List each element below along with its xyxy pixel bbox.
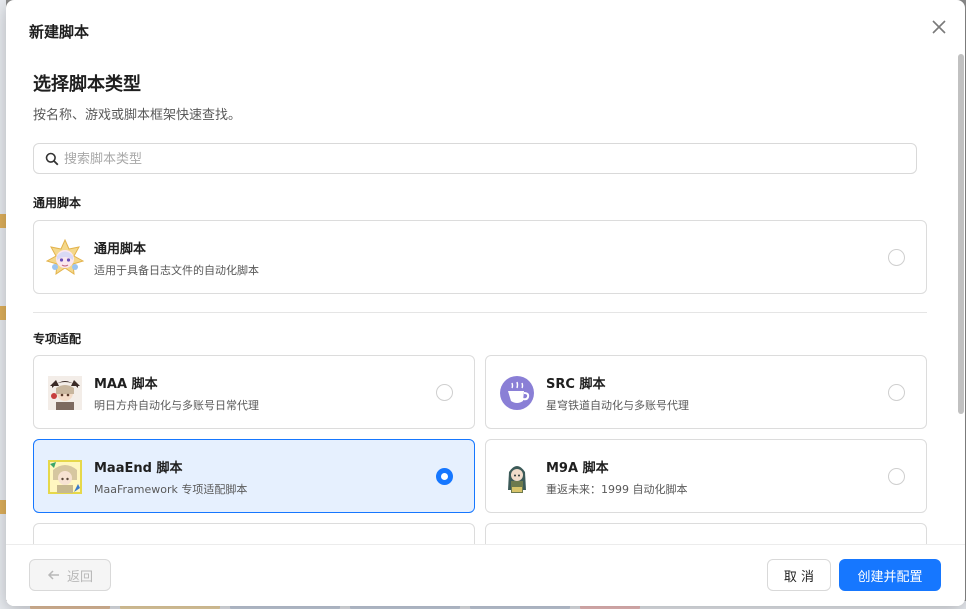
group-label-special: 专项适配 — [33, 332, 82, 346]
dialog-footer: 返回 取 消 创建并配置 — [6, 544, 965, 606]
script-card-desc: 明日方舟自动化与多账号日常代理 — [94, 399, 259, 412]
arrow-left-icon — [47, 570, 59, 580]
script-card-partial[interactable] — [33, 523, 475, 544]
create-and-configure-button[interactable]: 创建并配置 — [839, 559, 941, 591]
script-radio-checked[interactable] — [436, 468, 453, 485]
section-heading: 选择脚本类型 — [33, 74, 141, 95]
back-button[interactable]: 返回 — [29, 559, 111, 591]
script-card-name: MAA 脚本 — [94, 377, 158, 392]
scrollbar-thumb[interactable] — [958, 54, 964, 414]
script-card-m9a[interactable]: M9A 脚本 重返未来：1999 自动化脚本 — [485, 439, 927, 513]
back-button-label: 返回 — [66, 569, 93, 585]
section-subtitle: 按名称、游戏或脚本框架快速查找。 — [33, 108, 242, 123]
script-radio[interactable] — [888, 468, 905, 485]
general-script-avatar — [46, 239, 84, 276]
search-input[interactable] — [64, 148, 904, 170]
src-coffee-avatar — [500, 376, 534, 410]
script-radio[interactable] — [436, 384, 453, 401]
script-card-desc: 适用于具备日志文件的自动化脚本 — [94, 264, 259, 277]
group-label-general: 通用脚本 — [33, 196, 82, 210]
close-button[interactable] — [929, 17, 949, 37]
cancel-button[interactable]: 取 消 — [767, 559, 831, 591]
maaend-avatar — [48, 460, 82, 494]
new-script-dialog: 新建脚本 选择脚本类型 按名称、游戏或脚本框架快速查找。 通用脚本 — [6, 0, 965, 606]
script-card-desc: 重返未来：1999 自动化脚本 — [546, 483, 688, 496]
script-radio[interactable] — [888, 384, 905, 401]
script-radio[interactable] — [888, 249, 905, 266]
maa-avatar — [48, 376, 82, 410]
script-card-general[interactable]: 通用脚本 适用于具备日志文件的自动化脚本 — [33, 220, 927, 294]
dialog-body[interactable]: 选择脚本类型 按名称、游戏或脚本框架快速查找。 通用脚本 通用脚本 — [6, 56, 965, 544]
script-card-name: 通用脚本 — [94, 242, 147, 257]
search-field[interactable] — [33, 143, 917, 174]
script-card-maa[interactable]: MAA 脚本 明日方舟自动化与多账号日常代理 — [33, 355, 475, 429]
script-card-desc: MaaFramework 专项适配脚本 — [94, 483, 248, 496]
section-divider — [33, 312, 927, 313]
script-card-name: MaaEnd 脚本 — [94, 461, 183, 476]
dialog-title: 新建脚本 — [29, 23, 90, 41]
search-icon — [45, 152, 59, 166]
script-card-name: M9A 脚本 — [546, 461, 609, 476]
close-icon — [932, 20, 946, 34]
script-card-maaend[interactable]: MaaEnd 脚本 MaaFramework 专项适配脚本 — [33, 439, 475, 513]
script-card-src[interactable]: SRC 脚本 星穹铁道自动化与多账号代理 — [485, 355, 927, 429]
script-card-desc: 星穹铁道自动化与多账号代理 — [546, 399, 689, 412]
m9a-avatar — [508, 466, 526, 493]
script-card-name: SRC 脚本 — [546, 377, 606, 392]
script-card-partial[interactable] — [485, 523, 927, 544]
